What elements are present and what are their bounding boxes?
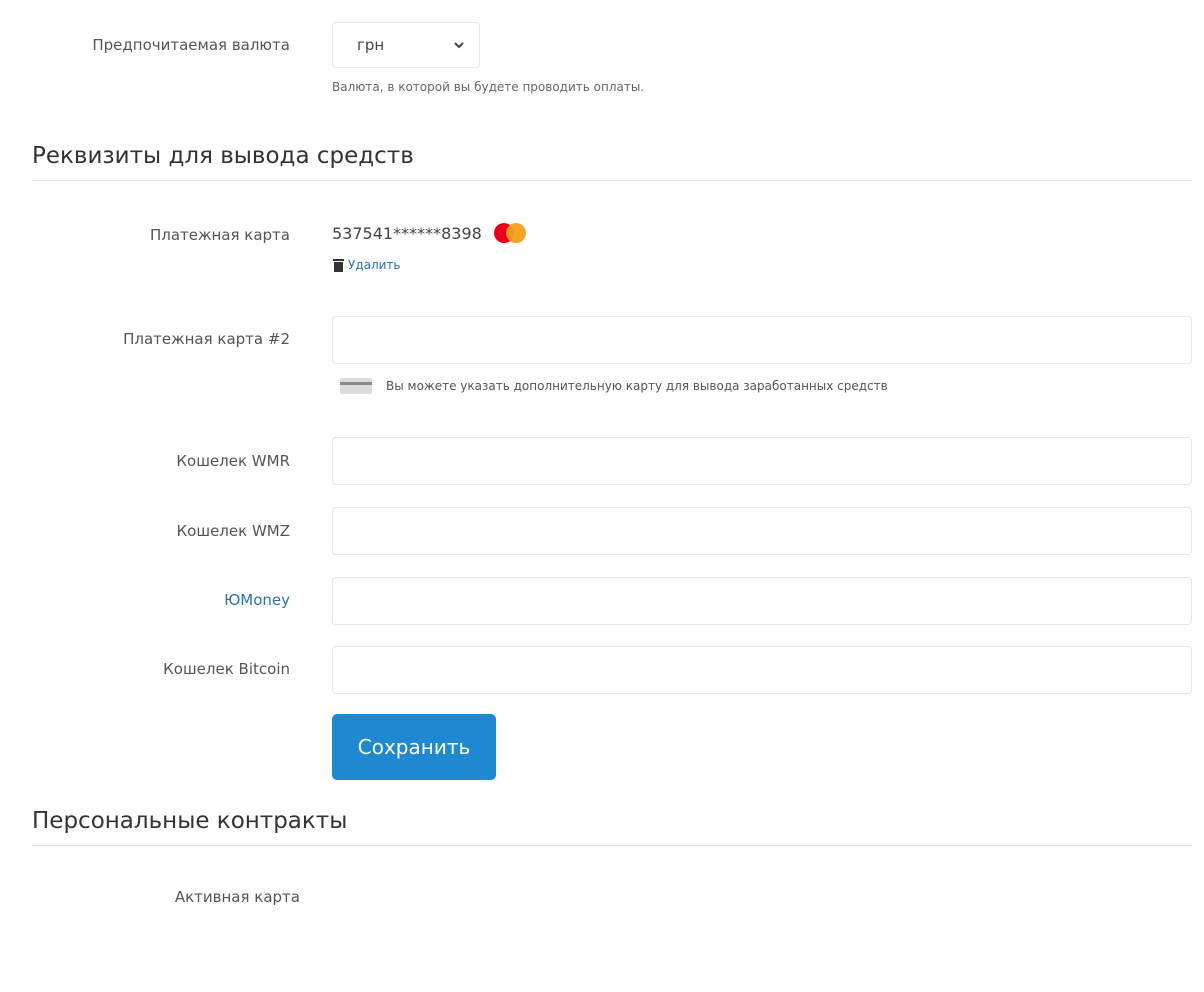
currency-select[interactable]: грн <box>332 22 480 68</box>
currency-selected-value: грн <box>357 36 385 54</box>
wmz-label: Кошелек WMZ <box>176 522 290 540</box>
delete-card-link[interactable]: Удалить <box>333 258 401 272</box>
currency-help-text: Валюта, в которой вы будете проводить оп… <box>332 80 645 94</box>
bitcoin-input[interactable] <box>332 646 1192 694</box>
active-card-label: Активная карта <box>174 888 300 906</box>
payment-card-number: 537541******8398 <box>332 223 482 243</box>
payment-card-label: Платежная карта <box>149 226 290 244</box>
credit-card-icon <box>340 378 372 394</box>
wmr-label: Кошелек WMR <box>176 452 290 470</box>
withdrawal-section-title: Реквизиты для вывода средств <box>32 143 414 169</box>
chevron-down-icon <box>453 39 465 51</box>
bitcoin-label: Кошелек Bitcoin <box>163 660 290 678</box>
section-divider <box>32 180 1192 181</box>
wmz-input[interactable] <box>332 507 1192 555</box>
currency-label: Предпочитаемая валюта <box>92 36 290 54</box>
trash-icon <box>333 258 344 272</box>
contracts-section-title: Персональные контракты <box>32 808 348 834</box>
payment-card-number-row: 537541******8398 <box>332 222 528 244</box>
payment-card-2-hint-text: Вы можете указать дополнительную карту д… <box>386 379 888 393</box>
payment-card-2-hint: Вы можете указать дополнительную карту д… <box>340 378 888 394</box>
payment-card-2-input[interactable] <box>332 316 1192 364</box>
settings-page: Предпочитаемая валюта грн Валюта, в кото… <box>0 0 1204 992</box>
wmr-input[interactable] <box>332 437 1192 485</box>
delete-card-label: Удалить <box>348 258 401 272</box>
save-button[interactable]: Сохранить <box>332 714 496 780</box>
section-divider <box>32 845 1192 846</box>
yumoney-input[interactable] <box>332 577 1192 625</box>
mastercard-icon <box>493 222 528 244</box>
yumoney-link[interactable]: ЮMoney <box>40 591 290 609</box>
payment-card-2-label: Платежная карта #2 <box>123 330 290 348</box>
